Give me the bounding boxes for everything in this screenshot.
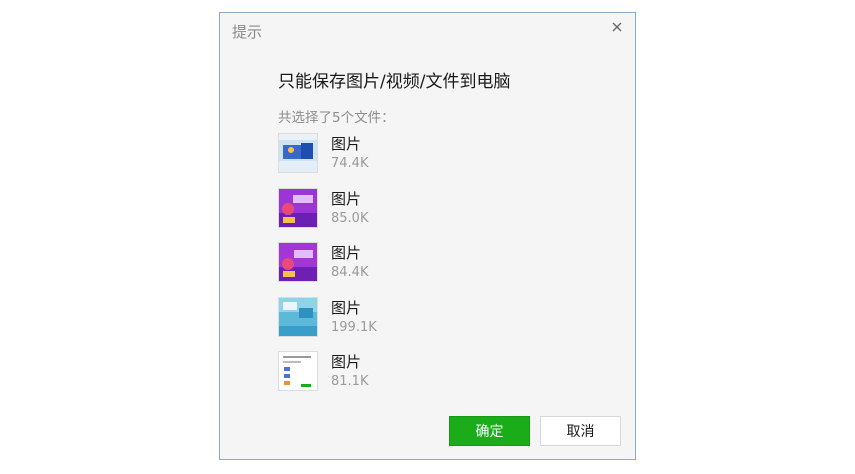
file-size: 84.4K <box>331 265 369 280</box>
file-item: 图片 84.4K <box>278 242 598 297</box>
confirm-button[interactable]: 确定 <box>449 416 530 446</box>
file-item: 图片 199.1K <box>278 296 598 352</box>
image-thumbnail <box>278 351 318 391</box>
close-icon <box>612 22 622 32</box>
save-prompt-dialog: 提示 只能保存图片/视频/文件到电脑 共选择了5个文件： 图片 74.4K 图片… <box>219 12 636 460</box>
file-item: 图片 81.1K <box>278 351 598 406</box>
image-thumbnail <box>278 242 318 282</box>
dialog-message: 只能保存图片/视频/文件到电脑 <box>278 72 511 92</box>
close-button[interactable] <box>609 19 625 35</box>
file-item: 图片 74.4K <box>278 133 598 188</box>
dialog-title: 提示 <box>232 23 263 41</box>
file-name: 图片 <box>331 135 362 153</box>
file-size: 74.4K <box>331 156 369 171</box>
image-thumbnail <box>278 296 318 337</box>
file-name: 图片 <box>331 244 362 262</box>
file-name: 图片 <box>331 189 362 208</box>
file-name: 图片 <box>331 353 362 371</box>
file-list: 图片 74.4K 图片 85.0K 图片 84.4K 图片 199.1K 图片 … <box>278 133 598 406</box>
cancel-button[interactable]: 取消 <box>540 416 621 446</box>
image-thumbnail <box>278 187 318 228</box>
file-name: 图片 <box>331 298 362 317</box>
selected-count-text: 共选择了5个文件： <box>278 110 395 126</box>
image-thumbnail <box>278 133 318 173</box>
file-size: 81.1K <box>331 374 369 389</box>
file-item: 图片 85.0K <box>278 187 598 243</box>
file-size: 199.1K <box>331 319 377 335</box>
file-size: 85.0K <box>331 210 369 226</box>
